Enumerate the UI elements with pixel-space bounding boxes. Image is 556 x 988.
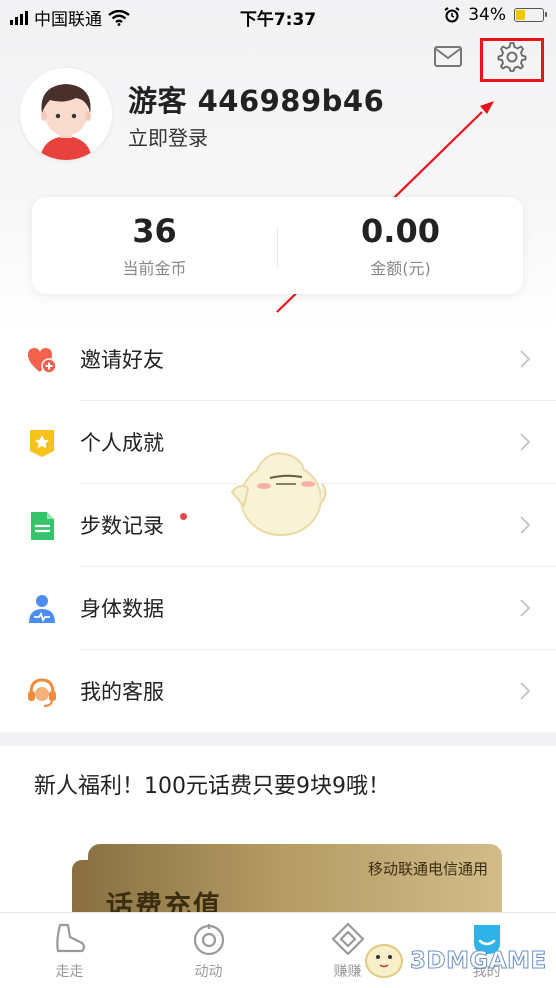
person-pulse-icon: [29, 595, 55, 623]
menu-item-body-data[interactable]: 身体数据: [0, 567, 556, 650]
menu-item-invite[interactable]: 邀请好友: [0, 318, 556, 401]
watermark-mascot-logo: [365, 944, 403, 978]
chevron-right-icon: [520, 433, 530, 451]
menu-label-body-data: 身体数据: [80, 597, 164, 621]
balance-value: 0.00: [361, 212, 440, 250]
promo-card-tag: 移动联通电信通用: [367, 860, 488, 878]
promo-title: 新人福利！100元话费只要9块9哦！: [34, 774, 390, 799]
balance-stat[interactable]: 0.00 金额(元): [278, 211, 523, 279]
document-icon: [31, 512, 54, 540]
watermark-text: 3DMGAME: [410, 948, 547, 975]
tab-label-move: 动动: [194, 964, 223, 980]
menu-item-customer-service[interactable]: 我的客服: [0, 650, 556, 733]
avatar-illustration: [20, 68, 112, 160]
section-separator: [0, 732, 556, 746]
heart-plus-icon: [28, 348, 57, 374]
chevron-right-icon: [520, 516, 530, 534]
balance-label: 金额(元): [370, 259, 431, 278]
star-badge-icon: [30, 430, 54, 457]
tab-label-walk: 走走: [55, 964, 84, 980]
mascot-illustration: [230, 452, 327, 536]
chevron-right-icon: [520, 682, 530, 700]
stats-card: 36 当前金币 0.00 金额(元): [32, 197, 523, 294]
menu-label-achievements: 个人成就: [80, 431, 164, 455]
coins-label: 当前金币: [122, 259, 187, 278]
chevron-right-icon: [520, 599, 530, 617]
coins-value: 36: [132, 212, 177, 250]
avatar[interactable]: [20, 68, 112, 160]
coins-stat[interactable]: 36 当前金币: [32, 211, 277, 279]
circle-ring-icon: [193, 924, 225, 956]
tab-walk[interactable]: 走走: [0, 913, 139, 988]
menu-label-step-records: 步数记录: [80, 514, 164, 538]
chevron-right-icon: [520, 350, 530, 368]
menu-label-invite: 邀请好友: [80, 348, 164, 372]
user-name: 游客 446989b46: [128, 84, 385, 118]
menu-label-customer-service: 我的客服: [80, 680, 164, 704]
shoe-icon: [56, 923, 86, 953]
headset-icon: [28, 678, 56, 707]
tab-move[interactable]: 动动: [139, 913, 278, 988]
login-link[interactable]: 立即登录: [128, 122, 208, 151]
